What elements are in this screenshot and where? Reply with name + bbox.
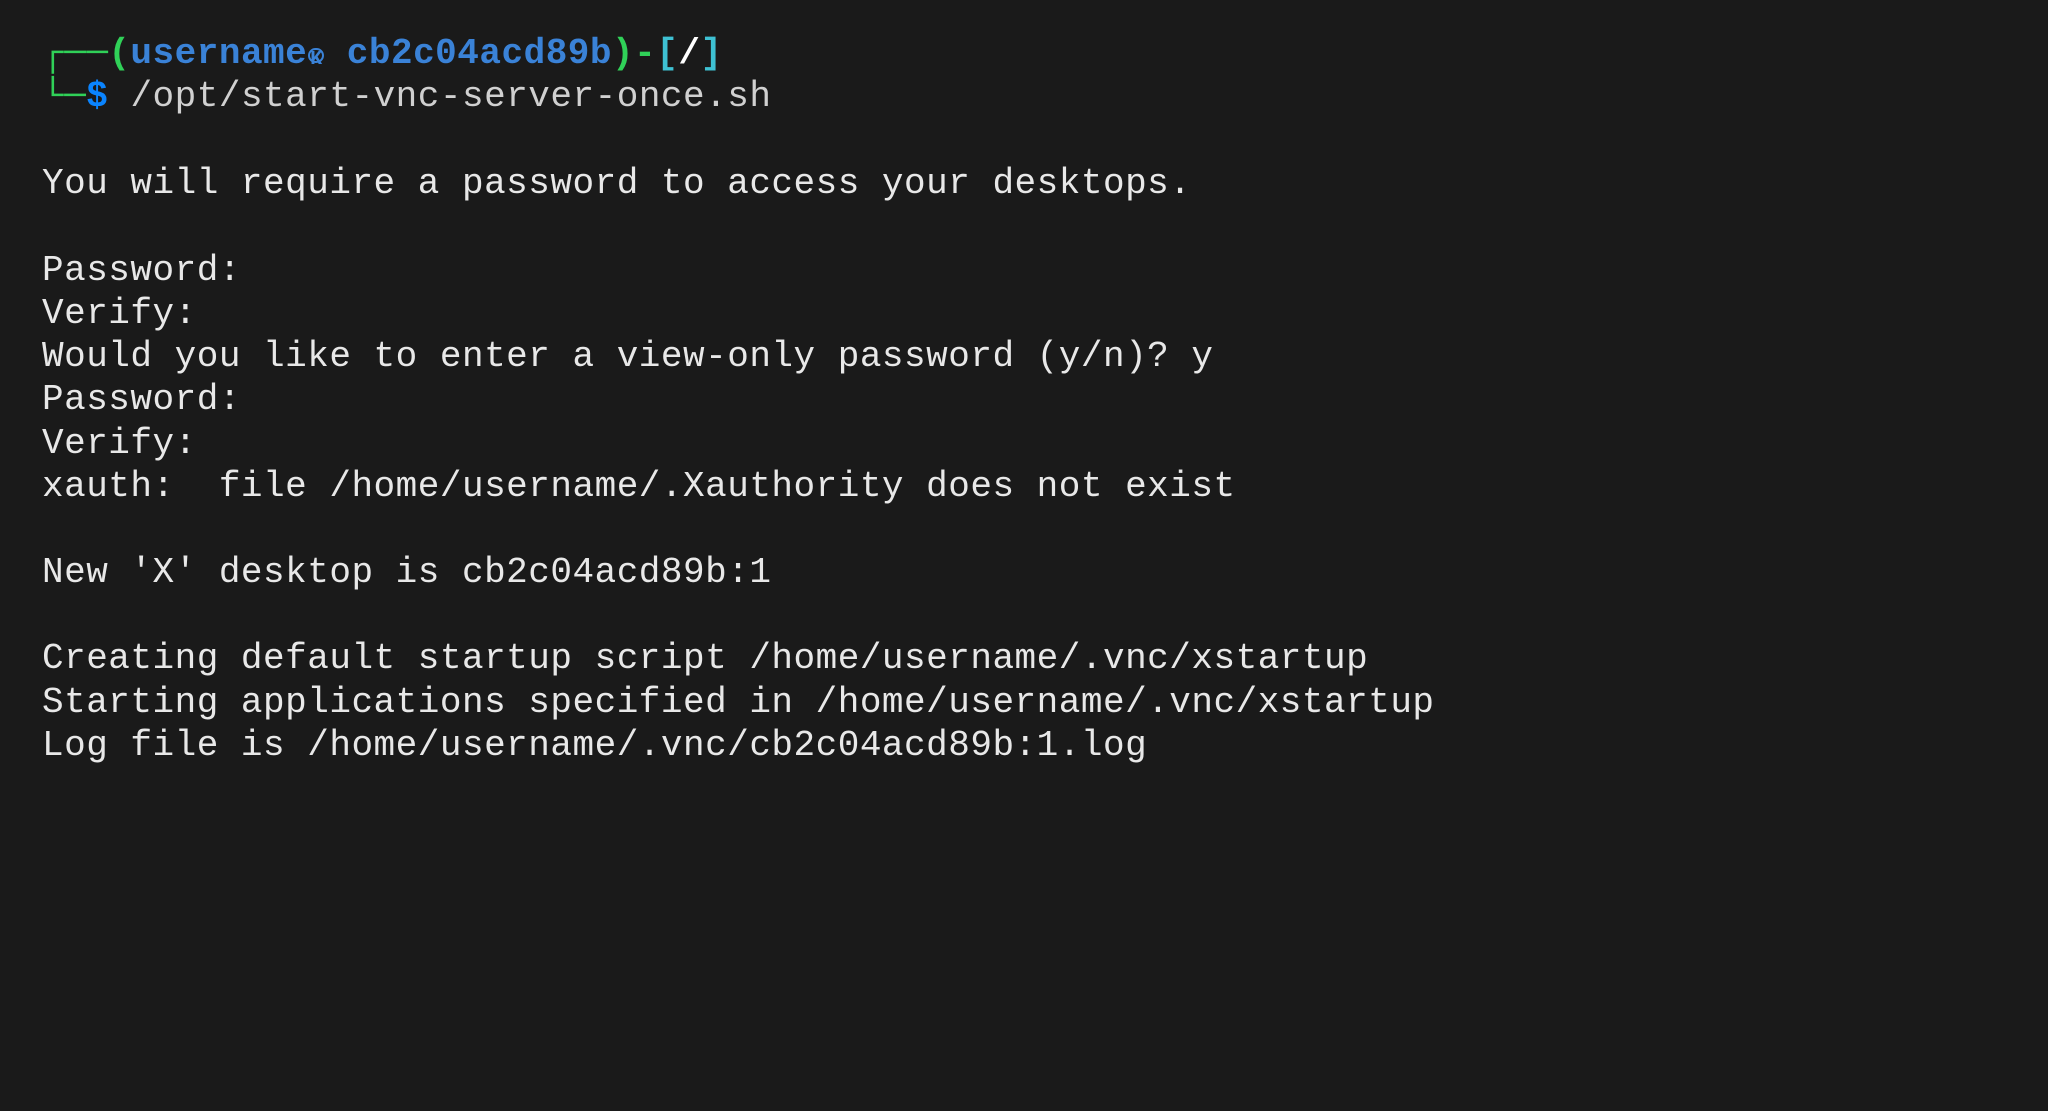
output-line: Log file is /home/username/.vnc/cb2c04ac… [42,724,2006,767]
output-line: Starting applications specified in /home… [42,681,2006,724]
prompt-line-1: ┌──(usernameK cb2c04acd89b)-[/] [42,32,2006,75]
prompt-bracket-close: ] [700,33,722,74]
shell-prompt: ┌──(usernameK cb2c04acd89b)-[/] └─$ /opt… [42,32,2006,118]
output-line: Creating default startup script /home/us… [42,637,2006,680]
prompt-sep-space [325,33,347,74]
terminal-output: You will require a password to access yo… [42,162,2006,767]
prompt-dash: - [634,33,656,74]
output-line: Password: [42,378,2006,421]
output-line: xauth: file /home/username/.Xauthority d… [42,465,2006,508]
prompt-corner-top: ┌── [42,33,108,74]
prompt-corner-bottom: └─ [42,76,86,117]
prompt-line-2[interactable]: └─$ /opt/start-vnc-server-once.sh [42,75,2006,118]
output-line: Verify: [42,292,2006,335]
prompt-username: username [130,33,307,74]
output-line: New 'X' desktop is cb2c04acd89b:1 [42,551,2006,594]
output-line: Verify: [42,422,2006,465]
output-blank [42,594,2006,637]
command-text: /opt/start-vnc-server-once.sh [130,76,771,117]
output-line: Password: [42,249,2006,292]
prompt-cwd: / [678,33,700,74]
prompt-paren-close: ) [612,33,634,74]
output-line: Would you like to enter a view-only pass… [42,335,2006,378]
prompt-dollar: $ [86,76,108,117]
circled-k-icon: K [308,48,323,63]
prompt-paren-open: ( [108,33,130,74]
output-line: You will require a password to access yo… [42,162,2006,205]
prompt-space [108,76,130,117]
prompt-bracket-open: [ [656,33,678,74]
prompt-hostname: cb2c04acd89b [347,33,612,74]
output-blank [42,206,2006,249]
output-blank [42,508,2006,551]
